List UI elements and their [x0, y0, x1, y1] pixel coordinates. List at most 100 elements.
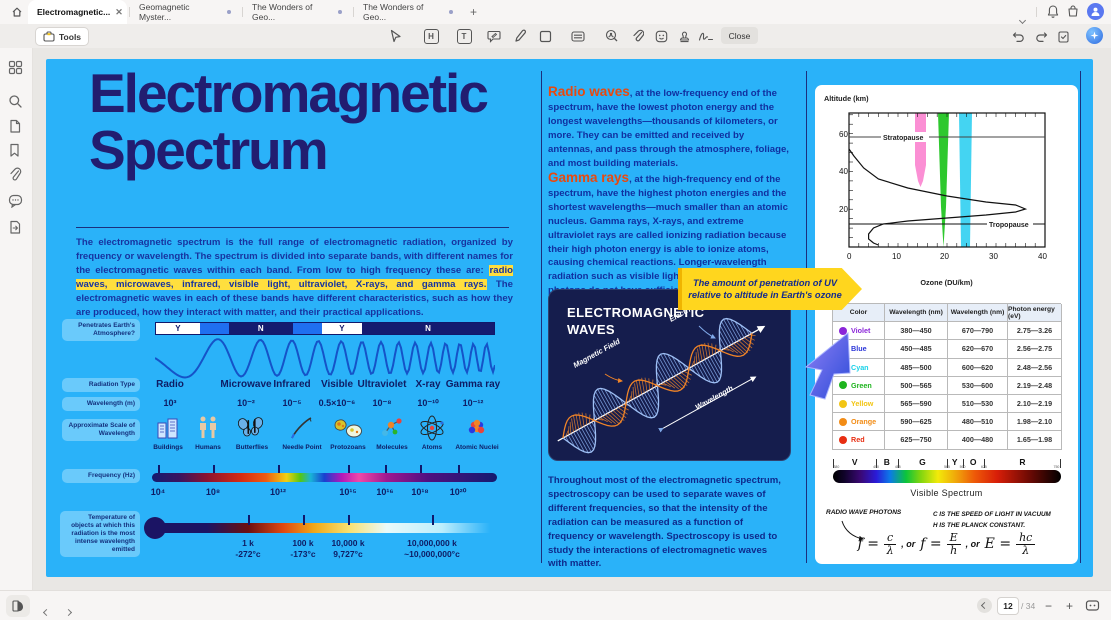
wavelength-value: 10⁻¹²: [462, 398, 484, 408]
em-waves-panel: Electric Field Magnetic Field Wavelength…: [548, 289, 791, 461]
tab-geomagnetic[interactable]: Geomagnetic Myster...: [130, 0, 240, 24]
wavelength-label: Wavelength: [694, 383, 735, 411]
page-icon: [10, 119, 21, 133]
prev-page-button[interactable]: [42, 602, 51, 620]
radio-waves-paragraph: Radio waves, at the low-frequency end of…: [548, 84, 789, 169]
heading-tool-button[interactable]: H: [423, 28, 439, 44]
new-tab-button[interactable]: +: [470, 5, 477, 19]
select-tool-button[interactable]: [387, 28, 403, 44]
uv-callout-annotation[interactable]: The amount of penetration of UV relative…: [678, 268, 862, 310]
frequency-gradient-bar: [152, 473, 497, 482]
home-button[interactable]: [7, 3, 27, 21]
stamp-icon: [679, 31, 689, 42]
fit-width-button[interactable]: [1085, 599, 1100, 617]
speed-of-light-note: C IS THE SPEED OF LIGHT IN VACUUM: [933, 511, 1051, 518]
frequency-value: 10¹⁵: [339, 487, 357, 497]
page-view-button[interactable]: [6, 595, 30, 617]
radiation-type: Visible: [320, 379, 354, 390]
next-page-button[interactable]: [64, 602, 73, 620]
radiation-type: Radio: [156, 379, 184, 390]
intro-paragraph: The electromagnetic spectrum is the full…: [76, 237, 513, 318]
page-total-label: / 34: [1021, 601, 1036, 611]
search-panel-button[interactable]: [8, 94, 24, 110]
document-canvas[interactable]: Electromagnetic Spectrum The electromagn…: [33, 48, 1111, 590]
temperature-value: 10,000 k 9,727°c: [331, 538, 365, 559]
temperature-label: Temperature of objects at which this rad…: [60, 511, 140, 557]
protozoans-icon: [334, 419, 362, 438]
stamp-tool-button[interactable]: [676, 28, 692, 44]
pages-panel-button[interactable]: [8, 119, 24, 135]
undo-icon: [1012, 32, 1024, 42]
clipboard-icon: [1057, 30, 1069, 43]
x-tick: 20: [940, 252, 949, 261]
column-divider: [1080, 71, 1081, 563]
notifications-button[interactable]: [1046, 4, 1060, 24]
radiation-type-label: Radiation Type: [62, 378, 140, 392]
frequency-value: 10⁴: [150, 487, 166, 497]
attach-tool-button[interactable]: [630, 28, 646, 44]
title-rule: [76, 227, 509, 228]
humans-icon: [200, 416, 216, 438]
wavelength-value: 10⁻¹⁰: [417, 398, 439, 408]
color-dot: [839, 435, 847, 444]
shopping-bag-icon: [1068, 5, 1078, 17]
square-icon: [539, 30, 551, 42]
person-search-icon: [605, 29, 618, 42]
unsaved-dot-icon: [338, 10, 342, 14]
highlight-section-button[interactable]: [570, 28, 586, 44]
bookmarks-panel-button[interactable]: [8, 143, 24, 159]
sparkle-icon: [1090, 31, 1099, 40]
radiation-type: Ultraviolet: [357, 379, 407, 390]
redo-icon: [1035, 32, 1047, 42]
text-tool-button[interactable]: T: [456, 28, 472, 44]
grid-icon: [8, 60, 23, 75]
x-tick: 30: [989, 252, 998, 261]
user-avatar[interactable]: [1087, 3, 1104, 20]
penetrates-label: Penetrates Earth's Atmosphere?: [62, 319, 140, 341]
zoom-out-button[interactable]: −: [1045, 599, 1052, 613]
redo-button[interactable]: [1033, 28, 1049, 44]
status-bar: 12 / 34 − +: [0, 590, 1111, 620]
ozone-altitude-chart: Stratopause Tropopause 60 40 20 0 10 20 …: [839, 112, 1047, 261]
redact-tool-button[interactable]: [604, 28, 620, 44]
ai-assistant-button[interactable]: [1086, 27, 1103, 44]
shape-tool-button[interactable]: [537, 28, 553, 44]
export-panel-button[interactable]: [8, 220, 24, 236]
tools-label: Tools: [59, 31, 82, 42]
sticker-tool-button[interactable]: [653, 28, 669, 44]
page-number-input[interactable]: 12: [997, 597, 1019, 615]
close-button[interactable]: Close: [721, 27, 758, 44]
comments-panel-button[interactable]: [8, 194, 24, 210]
tab-bar: Electromagnetic... ✕ Geomagnetic Myster.…: [0, 0, 1111, 25]
sticker-face-icon: [655, 30, 667, 42]
table-header: Wavelength (nm): [948, 304, 1008, 323]
comment-icon: [487, 30, 501, 43]
annotation-toolbar: Tools H T Close: [0, 24, 1111, 60]
tab-wonders-2[interactable]: The Wonders of Geo...: [354, 0, 462, 24]
unsaved-dot-icon: [449, 10, 453, 14]
zoom-in-button[interactable]: +: [1066, 599, 1073, 613]
table-header: Photon energy (eV): [1008, 304, 1062, 323]
paperclip-icon: [633, 29, 644, 42]
heading-tool-icon: H: [423, 28, 439, 44]
signature-tool-button[interactable]: [698, 28, 714, 44]
collapse-controls-button[interactable]: [977, 598, 992, 613]
tab-close-icon[interactable]: ✕: [115, 7, 123, 18]
tab-electromagnetic[interactable]: Electromagnetic... ✕: [28, 0, 127, 24]
uv-info-card: Altitude (km) Stratopause Tropopause 60 …: [815, 85, 1078, 564]
blue-arrow-annotation[interactable]: [798, 329, 852, 401]
store-button[interactable]: [1066, 4, 1080, 24]
thumbnail-panel-button[interactable]: [8, 60, 24, 76]
tools-button[interactable]: Tools: [35, 27, 90, 46]
table-row-color: Orange: [833, 413, 885, 432]
pen-tool-button[interactable]: [512, 28, 528, 44]
temperature-gradient-bar: [152, 523, 497, 533]
undo-button[interactable]: [1010, 28, 1026, 44]
attachments-panel-button[interactable]: [8, 167, 24, 183]
section-lines-icon: [571, 30, 585, 42]
save-button[interactable]: [1055, 28, 1071, 44]
comment-tool-button[interactable]: [486, 28, 502, 44]
temperature-value: 1 k -272°c: [235, 538, 261, 559]
tab-wonders-1[interactable]: The Wonders of Geo...: [243, 0, 351, 24]
scale-item-label: Protozoans: [330, 444, 366, 451]
